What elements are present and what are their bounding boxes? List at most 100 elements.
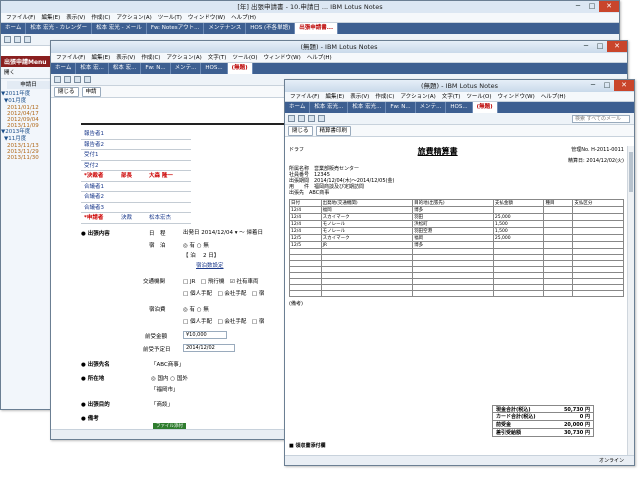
tab-app[interactable]: 出張申請書...	[295, 23, 339, 34]
minimize-icon[interactable]: ─	[571, 1, 585, 12]
advance-input[interactable]: ¥10,000	[183, 331, 227, 339]
refresh-icon[interactable]	[318, 115, 325, 122]
tab-untitled[interactable]: (無題)	[227, 63, 253, 74]
expense-window[interactable]: (無題) - IBM Lotus Notes ─ □ ✕ ファイル(F) 編集(E) 表…	[284, 79, 635, 466]
menu-view[interactable]: 表示(V)	[347, 92, 372, 101]
table-row[interactable]: 12/5 スカイマーク 福岡 25,000	[289, 234, 624, 242]
menu-view[interactable]: 表示(V)	[113, 53, 138, 62]
new-icon[interactable]	[4, 36, 11, 43]
menu-window[interactable]: ウィンドウ(W)	[261, 53, 304, 62]
tab-hos[interactable]: HOS (不各単語)	[246, 23, 296, 34]
tab-home[interactable]: ホーム	[285, 102, 311, 113]
location-field[interactable]: 「福岡市」	[151, 385, 179, 393]
menu-edit[interactable]: 編集(E)	[322, 92, 347, 101]
transport-checks[interactable]: □ JR □ 飛行機 ☑ 社有車両	[183, 277, 259, 285]
tab-fw[interactable]: Fw: N...	[141, 63, 171, 74]
print-icon[interactable]	[308, 115, 315, 122]
tab-mail[interactable]: 松本 宏...	[109, 63, 142, 74]
new-icon[interactable]	[288, 115, 295, 122]
menu-text[interactable]: 文字(T)	[205, 53, 230, 62]
save-icon[interactable]	[14, 36, 21, 43]
tab-home[interactable]: ホーム	[1, 23, 27, 34]
submit-button[interactable]: 申請	[81, 86, 101, 97]
tab-calendar[interactable]: 松本 宏...	[76, 63, 109, 74]
tab-untitled[interactable]: (無題)	[472, 102, 498, 113]
menu-create[interactable]: 作成(C)	[138, 53, 163, 62]
save-icon[interactable]	[64, 76, 71, 83]
tab-hos[interactable]: HOS...	[446, 102, 473, 113]
tab-calendar[interactable]: 松本 宏光...	[310, 102, 349, 113]
location-radio[interactable]: ◎ 国内 ○ 国外	[151, 374, 188, 382]
menu-window[interactable]: ウィンドウ(W)	[185, 13, 228, 22]
tab-maint[interactable]: メンテナンス	[204, 23, 247, 34]
table-row[interactable]: 12/5 JR 博多	[289, 241, 624, 249]
close-icon[interactable]: ✕	[599, 1, 619, 12]
day-item[interactable]: 2013/11/30	[1, 155, 56, 161]
menu-actions[interactable]: アクション(A)	[113, 13, 154, 22]
menu-file[interactable]: ファイル(F)	[53, 53, 88, 62]
maximize-icon[interactable]: □	[600, 80, 614, 91]
maximize-icon[interactable]: □	[585, 1, 599, 12]
tab-fw[interactable]: Fw: N...	[386, 102, 416, 113]
close-icon[interactable]: ✕	[614, 80, 634, 91]
table-row[interactable]: 12/4 モノレール 浜松町 1,500	[289, 220, 624, 228]
menu-actions[interactable]: アクション(A)	[397, 92, 438, 101]
tab-calendar[interactable]: 松本 宏光 - カレンダー	[26, 23, 93, 34]
date-field[interactable]: 出発日 2014/12/04 ▾ ～ 帰着日	[183, 228, 263, 236]
advance-date-input[interactable]: 2014/12/02	[183, 344, 235, 352]
table-row[interactable]: 12/4 モノレール 羽田空港 1,500	[289, 227, 624, 235]
destination-field[interactable]: 「ABC商事」	[151, 360, 184, 368]
menu-tools[interactable]: ツール(O)	[229, 53, 260, 62]
tab-hos[interactable]: HOS...	[201, 63, 228, 74]
print-report-button[interactable]: 精算書印刷	[315, 125, 352, 136]
table-row[interactable]: 12/4 福岡 博多	[289, 206, 624, 214]
expense-checks[interactable]: □ 個人手配 □ 会社手配 □ 宿	[183, 317, 264, 325]
month-item[interactable]: ▼01月度	[1, 98, 56, 105]
stay-radio[interactable]: ◎ 有 ○ 無	[183, 241, 209, 249]
menu-edit[interactable]: 編集(E)	[88, 53, 113, 62]
open-button[interactable]: 開く	[1, 67, 56, 79]
close-doc-button[interactable]: 閉じる	[288, 125, 313, 136]
stay-setting-button[interactable]: 宿泊数設定	[196, 261, 224, 269]
tab-fw[interactable]: Fw: Notesアウト...	[147, 23, 205, 34]
menu-window[interactable]: ウィンドウ(W)	[495, 92, 538, 101]
menu-help[interactable]: ヘルプ(H)	[304, 53, 335, 62]
menu-tools[interactable]: ツール(O)	[463, 92, 494, 101]
print-icon[interactable]	[24, 36, 31, 43]
table-row[interactable]: 12/4 スカイマーク 羽田 25,000	[289, 213, 624, 221]
menu-create[interactable]: 作成(C)	[88, 13, 113, 22]
save-icon[interactable]	[298, 115, 305, 122]
year-item[interactable]: ▼2011年度	[1, 91, 56, 98]
online-status[interactable]: オンライン	[599, 456, 624, 465]
menu-actions[interactable]: アクション(A)	[163, 53, 204, 62]
menu-file[interactable]: ファイル(F)	[287, 92, 322, 101]
tab-mail[interactable]: 松本 宏光...	[348, 102, 387, 113]
table-row[interactable]	[289, 290, 624, 297]
maximize-icon[interactable]: □	[593, 41, 607, 52]
transport-checks-2[interactable]: □ 個人手配 □ 会社手配 □ 宿	[183, 289, 264, 297]
year-item[interactable]: ▼2013年度	[1, 129, 56, 136]
minimize-icon[interactable]: ─	[579, 41, 593, 52]
attach-icon[interactable]	[84, 76, 91, 83]
menu-view[interactable]: 表示(V)	[63, 13, 88, 22]
minimize-icon[interactable]: ─	[586, 80, 600, 91]
search-input[interactable]: 検索 すべてのメール	[572, 114, 630, 123]
new-icon[interactable]	[54, 76, 61, 83]
close-icon[interactable]: ✕	[607, 41, 627, 52]
expense-radio[interactable]: ◎ 有 ○ 無	[183, 305, 209, 313]
menu-create[interactable]: 作成(C)	[372, 92, 397, 101]
menu-file[interactable]: ファイル(F)	[3, 13, 38, 22]
menu-edit[interactable]: 編集(E)	[38, 13, 63, 22]
print-icon[interactable]	[74, 76, 81, 83]
menu-help[interactable]: ヘルプ(H)	[538, 92, 569, 101]
menu-help[interactable]: ヘルプ(H)	[228, 13, 259, 22]
menu-tools[interactable]: ツール(T)	[155, 13, 185, 22]
menu-text[interactable]: 文字(T)	[439, 92, 464, 101]
tab-mail[interactable]: 松本 宏光 - メール	[92, 23, 147, 34]
tab-home[interactable]: ホーム	[51, 63, 77, 74]
tab-maint[interactable]: メンテ...	[171, 63, 202, 74]
month-item[interactable]: ▼11月度	[1, 136, 56, 143]
tab-maint[interactable]: メンテ...	[416, 102, 447, 113]
purpose-field[interactable]: 「商談」	[151, 400, 173, 408]
vertical-scrollbar[interactable]	[627, 146, 634, 455]
